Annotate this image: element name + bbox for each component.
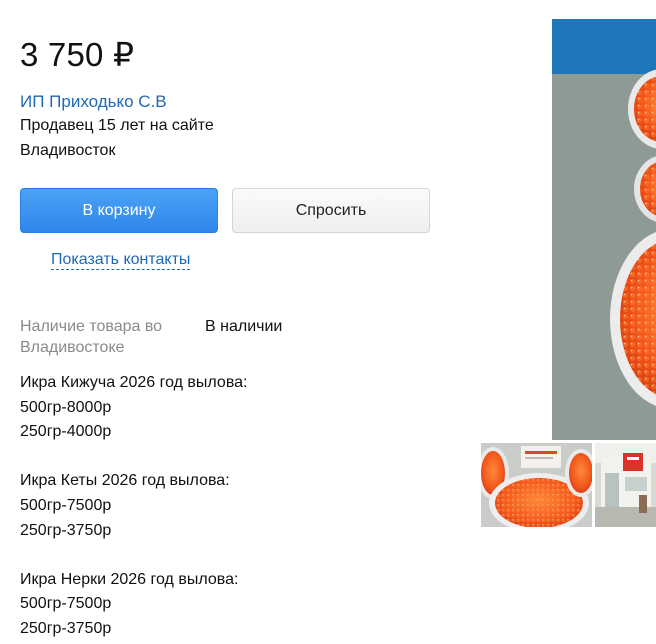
ask-seller-label: Спросить xyxy=(295,201,367,219)
product-description: Икра Кижуча 2026 год вылова: 500гр-8000р… xyxy=(20,374,248,637)
caviar-jars-photo-icon xyxy=(552,19,656,440)
ask-seller-button[interactable]: Спросить xyxy=(232,188,430,233)
availability-label: Наличие товара во Владивостоке xyxy=(20,318,163,356)
add-to-cart-label: В корзину xyxy=(82,201,156,219)
price: 3 750 ₽ xyxy=(20,36,135,73)
show-contacts-link[interactable]: Показать контакты xyxy=(51,251,191,270)
add-to-cart-button[interactable]: В корзину xyxy=(20,188,218,233)
listing-page: 3 750 ₽ ИП Приходько С.В Продавец 15 лет… xyxy=(0,0,656,644)
caviar-jar-thumbnail-icon xyxy=(481,443,592,527)
seller-since: Продавец 15 лет на сайте xyxy=(20,117,214,134)
storefront-thumbnail-icon xyxy=(595,443,656,527)
gallery-thumbnail-2[interactable] xyxy=(595,443,656,527)
availability-value: В наличии xyxy=(205,318,283,335)
seller-name-link[interactable]: ИП Приходько С.В xyxy=(20,92,167,112)
gallery-thumbnail-1[interactable] xyxy=(481,443,592,527)
main-product-photo[interactable] xyxy=(552,19,656,440)
seller-city: Владивосток xyxy=(20,142,116,159)
